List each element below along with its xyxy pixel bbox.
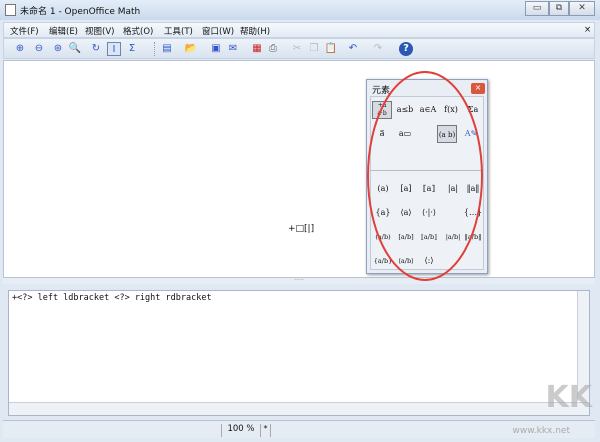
copy-icon[interactable]: ❐ <box>307 42 321 56</box>
dialog-title: 元素 <box>372 86 391 96</box>
cut-icon[interactable]: ✂ <box>290 42 304 56</box>
new-icon[interactable]: ▤ <box>160 42 174 56</box>
redo-icon[interactable]: ↷ <box>371 42 385 56</box>
bracket-element[interactable]: ⟦a⟧ <box>419 180 439 198</box>
title-bar: 未命名 1 - OpenOffice Math ▭ ⧉ ✕ <box>0 0 600 20</box>
category-formats[interactable]: A✎ <box>461 125 481 143</box>
horizontal-scrollbar[interactable] <box>9 402 589 415</box>
formula-editor[interactable]: +<?> left ldbracket <?> right rdbracket <box>8 290 590 416</box>
divider <box>371 170 483 171</box>
print-icon[interactable]: ⎙ <box>266 42 280 56</box>
bracket-element[interactable]: (a) <box>373 180 393 198</box>
category-brackets[interactable]: (a b) <box>437 125 457 143</box>
symbols-icon[interactable]: Σ <box>125 42 139 56</box>
category-others[interactable]: a▭ <box>395 125 415 143</box>
formula-text[interactable]: +<?> left ldbracket <?> right rdbracket <box>12 293 212 303</box>
bracket-element[interactable]: [a] <box>396 180 416 198</box>
update-icon[interactable]: ↻ <box>89 42 103 56</box>
save-icon[interactable]: ▣ <box>209 42 223 56</box>
menu-view[interactable]: 视图(V) <box>85 25 114 37</box>
elements-dialog: 元素 × +a a·b a≤b a∈A f(x) Σa a⃗ a▭ (a b) … <box>366 79 488 274</box>
bracket-element[interactable]: {a} <box>373 204 393 222</box>
bracket-element[interactable]: {a/b} <box>373 252 393 270</box>
bracket-element[interactable]: ⟨a⟩ <box>396 204 416 222</box>
bracket-element[interactable]: [a/b] <box>396 228 416 246</box>
zoom-level[interactable]: 100 % <box>221 424 261 437</box>
email-icon[interactable]: ✉ <box>226 42 240 56</box>
help-icon[interactable]: ? <box>399 42 413 56</box>
menu-window[interactable]: 窗口(W) <box>202 25 234 37</box>
category-operators[interactable]: Σa <box>463 101 483 119</box>
show-all-icon[interactable]: ⊛ <box>51 42 65 56</box>
bracket-element[interactable]: ⟨:⟩ <box>419 252 439 270</box>
zoom-icon[interactable]: 🔍 <box>68 42 82 56</box>
formula-preview: +□[|] <box>288 224 315 234</box>
category-attributes[interactable]: a⃗ <box>372 125 392 143</box>
modified-indicator: * <box>261 424 271 437</box>
status-bar: 100 % * <box>3 420 595 438</box>
bracket-element[interactable]: ‖a‖ <box>463 180 483 198</box>
formula-preview-area[interactable]: +□[|] <box>3 60 595 278</box>
menu-edit[interactable]: 编辑(E) <box>49 25 78 37</box>
menu-bar: 文件(F) 编辑(E) 视图(V) 格式(O) 工具(T) 窗口(W) 帮助(H… <box>3 22 595 38</box>
paste-icon[interactable]: 📋 <box>324 42 338 56</box>
separator <box>154 42 155 56</box>
app-icon <box>5 4 16 16</box>
menu-tools[interactable]: 工具(T) <box>164 25 193 37</box>
formula-cursor-icon[interactable]: I <box>107 42 121 56</box>
bracket-element[interactable]: ⟦a/b⟧ <box>419 228 439 246</box>
elements-panel: +a a·b a≤b a∈A f(x) Σa a⃗ a▭ (a b) A✎ (a… <box>370 96 484 270</box>
bracket-element[interactable]: ‖a/b‖ <box>463 228 483 246</box>
menu-format[interactable]: 格式(O) <box>123 25 153 37</box>
undo-icon[interactable]: ↶ <box>346 42 360 56</box>
category-set-operations[interactable]: a∈A <box>418 101 438 119</box>
splitter[interactable]: ····· <box>3 278 595 284</box>
menu-file[interactable]: 文件(F) <box>10 25 39 37</box>
bracket-element[interactable]: {…} <box>463 204 483 222</box>
dialog-close-button[interactable]: × <box>471 83 485 94</box>
bracket-element[interactable]: ⟨·|·⟩ <box>419 204 439 222</box>
toolbar: ⊕ ⊖ ⊛ 🔍 ↻ I Σ ▤ 📂 ▣ ✉ ▦ ⎙ ✂ ❐ 📋 ↶ ↷ ? <box>3 38 595 59</box>
zoom-out-icon[interactable]: ⊖ <box>32 42 46 56</box>
category-relations[interactable]: a≤b <box>395 101 415 119</box>
category-functions[interactable]: f(x) <box>441 101 461 119</box>
bracket-element[interactable]: ⟨a/b⟩ <box>396 252 416 270</box>
category-unary-binary[interactable]: +a a·b <box>372 101 392 119</box>
bracket-element[interactable]: (a/b) <box>373 228 393 246</box>
pdf-icon[interactable]: ▦ <box>250 42 264 56</box>
bracket-element[interactable]: |a/b| <box>443 228 463 246</box>
open-icon[interactable]: 📂 <box>184 42 198 56</box>
minimize-button[interactable]: ▭ <box>525 1 549 16</box>
watermark-logo: KK <box>545 380 593 415</box>
window-title: 未命名 1 - OpenOffice Math <box>20 7 141 17</box>
bracket-element[interactable]: |a| <box>443 180 463 198</box>
restore-button[interactable]: ⧉ <box>549 1 569 16</box>
watermark-url: www.kkx.net <box>512 426 571 436</box>
close-document-button[interactable]: × <box>584 25 591 35</box>
close-button[interactable]: ✕ <box>569 1 595 16</box>
menu-help[interactable]: 帮助(H) <box>240 25 270 37</box>
zoom-in-icon[interactable]: ⊕ <box>13 42 27 56</box>
